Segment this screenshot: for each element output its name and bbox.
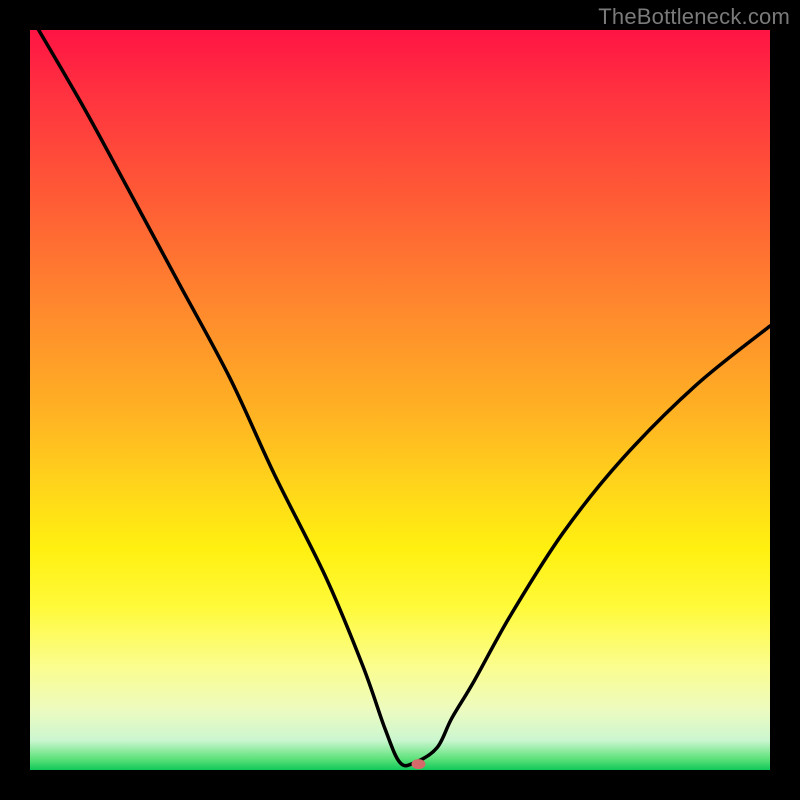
plot-svg <box>30 30 770 770</box>
chart-frame: TheBottleneck.com <box>0 0 800 800</box>
optimal-point-marker <box>412 759 426 769</box>
bottleneck-curve <box>30 30 770 766</box>
plot-area <box>30 30 770 770</box>
watermark-text: TheBottleneck.com <box>598 4 790 30</box>
